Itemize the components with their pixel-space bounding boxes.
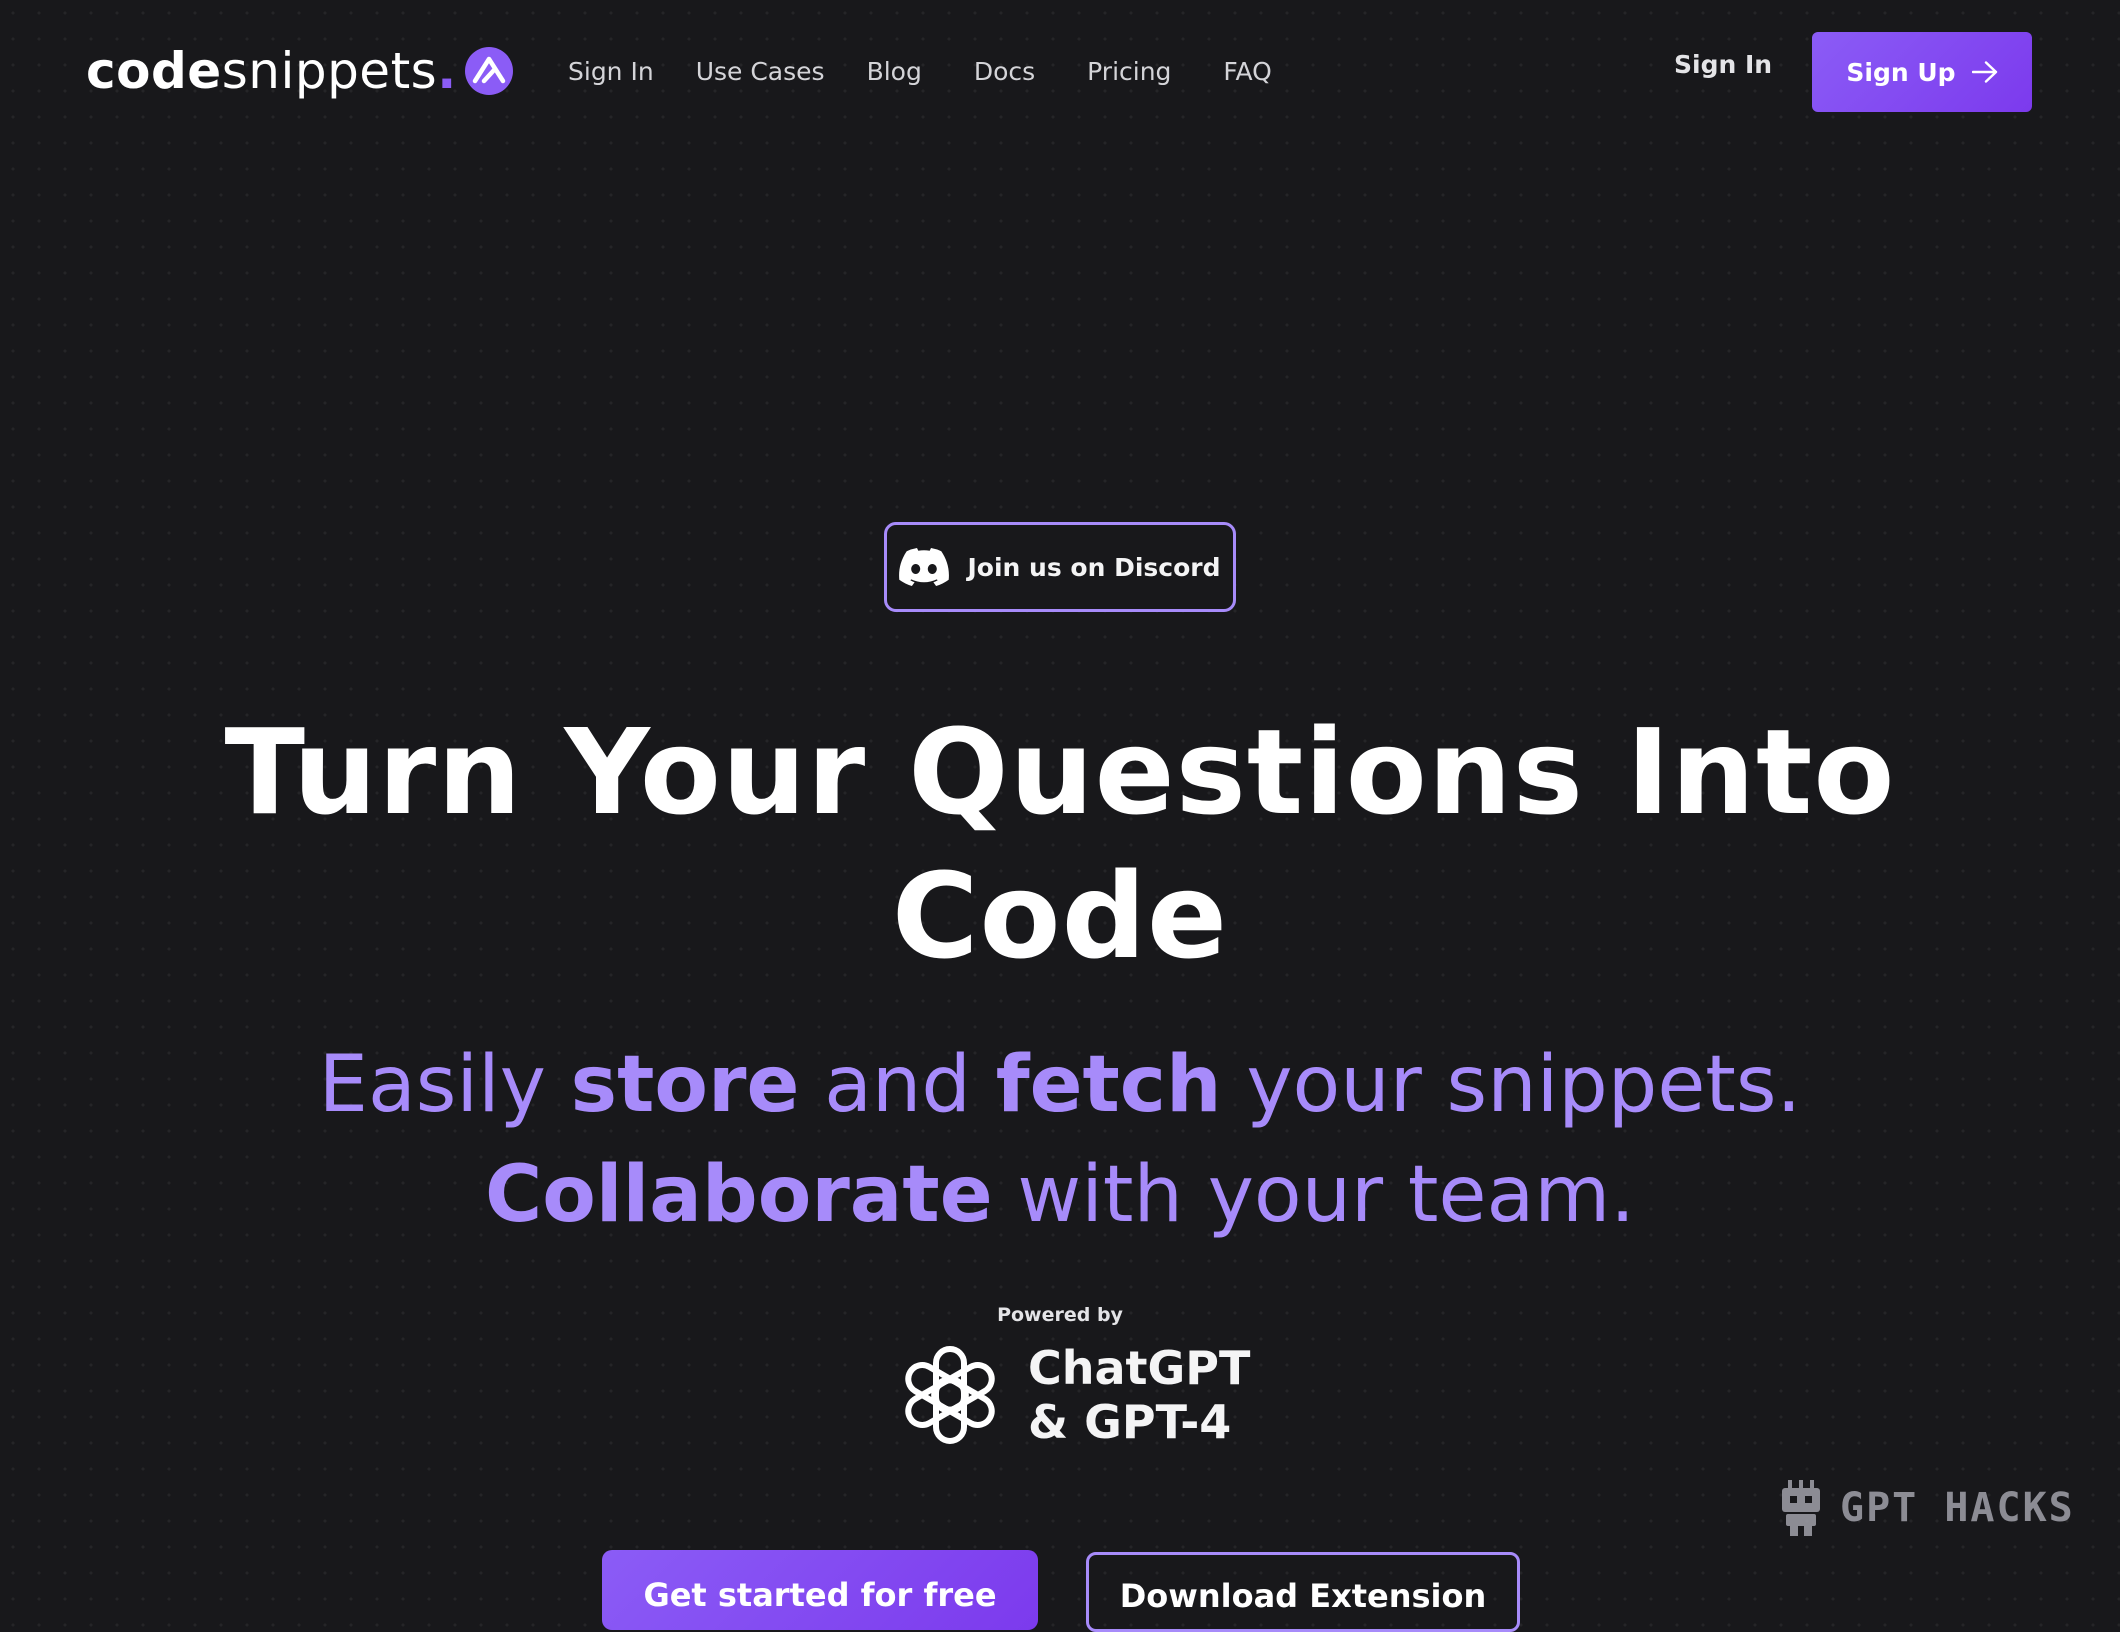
- sign-up-button[interactable]: Sign Up: [1812, 32, 2032, 112]
- arrow-right-icon: [1971, 61, 1997, 83]
- download-extension-button[interactable]: Download Extension: [1086, 1552, 1520, 1632]
- headline-line-1: Turn Your Questions Into: [224, 703, 1896, 841]
- nav-link-pricing[interactable]: Pricing: [1087, 57, 1171, 86]
- powered-by-label: Powered by: [997, 1304, 1123, 1326]
- gpt-hacks-watermark: GPT HACKS: [1780, 1476, 2075, 1540]
- get-started-button[interactable]: Get started for free: [602, 1550, 1038, 1630]
- sign-in-link[interactable]: Sign In: [1674, 50, 1772, 79]
- download-extension-label: Download Extension: [1119, 1577, 1487, 1615]
- triangle-logo-icon: [464, 47, 513, 95]
- nav-link-faq[interactable]: FAQ: [1223, 57, 1271, 86]
- join-discord-button[interactable]: Join us on Discord: [884, 522, 1236, 612]
- brand-name-light: snippets: [221, 42, 438, 100]
- chatgpt-line-1: ChatGPT: [1028, 1341, 1251, 1395]
- watermark-text: GPT HACKS: [1840, 1485, 2075, 1531]
- nav-links: Sign In Use Cases Blog Docs Pricing FAQ: [568, 46, 1314, 96]
- openai-icon: [905, 1346, 995, 1444]
- nav-link-docs[interactable]: Docs: [974, 57, 1035, 86]
- discord-icon: [899, 548, 950, 586]
- get-started-label: Get started for free: [643, 1576, 997, 1614]
- subhead-text: with your team.: [992, 1150, 1636, 1240]
- subhead-bold-fetch: fetch: [995, 1040, 1222, 1130]
- sign-up-label: Sign Up: [1846, 57, 1956, 87]
- chatgpt-line-2: & GPT-4: [1028, 1395, 1232, 1449]
- hero-subheadline: Easily store and fetch your snippets. Co…: [160, 1030, 1960, 1250]
- brand-name-bold: code: [86, 42, 222, 100]
- subhead-text: Easily: [318, 1040, 571, 1130]
- nav-link-blog[interactable]: Blog: [867, 57, 922, 86]
- robot-icon: [1782, 1480, 1820, 1536]
- chatgpt-text: ChatGPT & GPT-4: [1028, 1341, 1250, 1449]
- subhead-bold-store: store: [570, 1040, 800, 1130]
- nav-link-sign-in[interactable]: Sign In: [568, 57, 654, 86]
- subhead-text: your snippets.: [1221, 1040, 1802, 1130]
- top-navigation: code snippets. Sign In Use Cases Blog Doc…: [0, 0, 2120, 142]
- nav-link-use-cases[interactable]: Use Cases: [696, 57, 825, 86]
- hero-headline: Turn Your Questions Into Code: [160, 700, 1960, 988]
- subhead-text: and: [799, 1040, 996, 1130]
- brand-logo[interactable]: code snippets.: [86, 36, 513, 106]
- headline-line-2: Code: [891, 847, 1229, 985]
- subhead-bold-collaborate: Collaborate: [484, 1150, 993, 1240]
- chatgpt-badge: ChatGPT & GPT-4: [894, 1336, 1250, 1454]
- discord-label: Join us on Discord: [967, 552, 1221, 582]
- brand-name-dot: .: [437, 42, 457, 100]
